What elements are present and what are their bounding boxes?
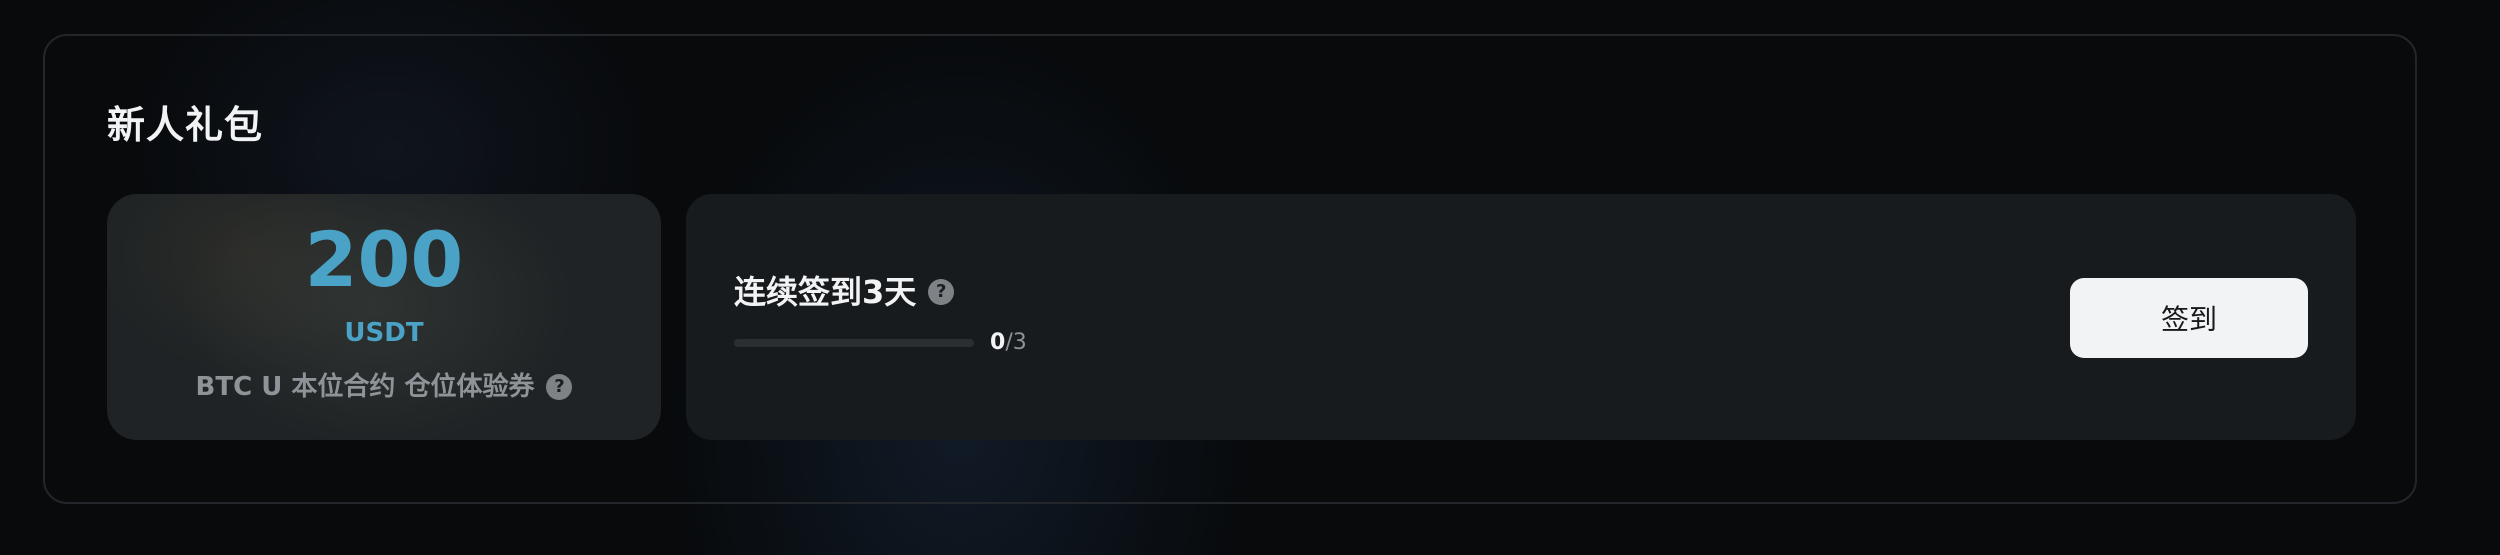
checkin-progress: 0/3 (734, 332, 1027, 354)
voucher-amount: 200 (304, 215, 464, 304)
progress-bar (734, 339, 974, 347)
question-circle-icon[interactable]: ? (928, 279, 955, 305)
voucher-card: 200 USDT BTC U 本位合约 仓位体验券 ? (107, 194, 661, 440)
voucher-unit: USDT (344, 318, 424, 348)
checkin-panel: 连续签到3天 ? 0/3 签到 (686, 194, 2356, 440)
card-title: 新人礼包 (107, 103, 264, 147)
question-circle-icon[interactable]: ? (546, 374, 573, 400)
voucher-description: BTC U 本位合约 仓位体验券 (195, 372, 535, 402)
checkin-title: 连续签到3天 (734, 273, 917, 311)
checkin-title-row: 连续签到3天 ? (734, 273, 955, 311)
progress-total: 3 (1012, 330, 1027, 355)
voucher-description-row: BTC U 本位合约 仓位体验券 ? (107, 374, 661, 400)
progress-counter: 0/3 (990, 332, 1027, 354)
checkin-button[interactable]: 签到 (2070, 278, 2308, 358)
progress-current: 0 (990, 330, 1006, 355)
progress-separator: / (1005, 330, 1013, 355)
